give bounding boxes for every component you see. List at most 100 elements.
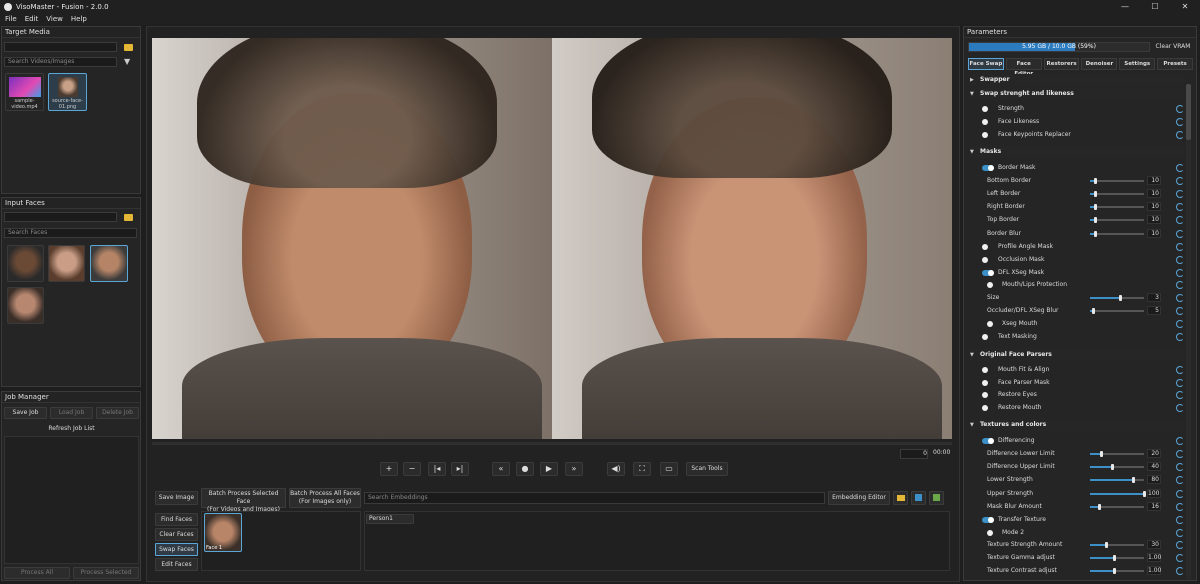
slider-handle[interactable] (1118, 295, 1122, 301)
reset-icon[interactable] (1176, 320, 1184, 328)
reset-icon[interactable] (1176, 203, 1184, 211)
param-slider[interactable] (1090, 568, 1144, 574)
batch-selected-face-button[interactable]: Batch Process Selected Face (For Videos … (201, 488, 286, 513)
reset-icon[interactable] (1176, 307, 1184, 315)
slider-handle[interactable] (1094, 217, 1098, 223)
param-value-field[interactable]: 10 (1147, 189, 1161, 198)
process-selected-button[interactable]: Process Selected (73, 567, 139, 579)
embedding-item[interactable]: Person1 (366, 514, 414, 524)
radio-toggle[interactable] (987, 282, 993, 288)
clear-faces-button[interactable]: Clear Faces (155, 528, 198, 541)
slider-handle[interactable] (1097, 504, 1101, 510)
slider-handle[interactable] (1094, 204, 1098, 210)
switch-toggle[interactable] (982, 270, 994, 276)
switch-toggle[interactable] (982, 165, 994, 171)
face-search-input[interactable]: Search Faces (4, 228, 137, 238)
reset-icon[interactable] (1176, 256, 1184, 264)
play-icon[interactable]: ▶ (540, 462, 558, 476)
batch-all-faces-button[interactable]: Batch Process All Faces (For Images only… (289, 488, 361, 508)
param-section-header[interactable]: ▼ Original Face Parsers (970, 349, 1184, 361)
fast-forward-icon[interactable]: » (565, 462, 583, 476)
scrollbar-thumb[interactable] (1186, 84, 1191, 140)
slider-handle[interactable] (1105, 542, 1109, 548)
input-face-thumbnail[interactable] (7, 287, 44, 324)
menu-help[interactable]: Help (71, 15, 87, 23)
slider-handle[interactable] (1143, 491, 1146, 497)
param-slider[interactable] (1090, 464, 1144, 470)
slider-handle[interactable] (1091, 308, 1095, 314)
param-slider[interactable] (1090, 491, 1146, 497)
param-value-field[interactable]: 100 (1147, 489, 1161, 498)
fit-view-icon[interactable]: ▭ (660, 462, 678, 476)
collapse-arrow-icon[interactable]: ▼ (970, 88, 980, 100)
radio-toggle[interactable] (987, 321, 993, 327)
collapse-arrow-icon[interactable]: ▼ (970, 349, 980, 361)
tab-settings[interactable]: Settings (1119, 58, 1156, 70)
reset-icon[interactable] (1176, 216, 1184, 224)
param-value-field[interactable]: 30 (1147, 540, 1161, 549)
param-section-header[interactable]: ▶ Swapper (970, 74, 1184, 86)
param-value-field[interactable]: 1.00 (1147, 553, 1161, 562)
reset-icon[interactable] (1176, 366, 1184, 374)
param-slider[interactable] (1090, 451, 1144, 457)
input-face-thumbnail-selected[interactable] (90, 245, 128, 282)
next-marker-icon[interactable]: ▸| (451, 462, 469, 476)
reset-icon[interactable] (1176, 190, 1184, 198)
detected-face-thumbnail[interactable]: Face 1 (204, 513, 242, 552)
param-value-field[interactable]: 10 (1147, 229, 1161, 238)
tab-face-editor[interactable]: Face Editor (1005, 58, 1042, 77)
param-value-field[interactable]: 10 (1147, 176, 1161, 185)
param-slider[interactable] (1090, 555, 1144, 561)
param-section-header[interactable]: ▼ Swap strenght and likeness (970, 88, 1184, 100)
param-slider[interactable] (1090, 191, 1144, 197)
swap-faces-button[interactable]: Swap Faces (155, 543, 198, 556)
filter-icon[interactable]: ▼ (124, 58, 132, 66)
reset-icon[interactable] (1176, 450, 1184, 458)
param-slider[interactable] (1090, 542, 1144, 548)
input-face-thumbnail[interactable] (48, 245, 85, 282)
input-face-thumbnail[interactable] (7, 245, 44, 282)
reset-icon[interactable] (1176, 541, 1184, 549)
param-value-field[interactable]: 80 (1147, 475, 1161, 484)
media-viewer[interactable] (152, 38, 952, 439)
input-faces-path-field[interactable] (4, 212, 117, 222)
target-path-field[interactable] (4, 42, 117, 52)
reset-icon[interactable] (1176, 503, 1184, 511)
record-icon[interactable]: ● (516, 462, 534, 476)
radio-toggle[interactable] (982, 405, 988, 411)
reset-icon[interactable] (1176, 294, 1184, 302)
param-value-field[interactable]: 10 (1147, 215, 1161, 224)
collapse-arrow-icon[interactable]: ▼ (970, 146, 980, 158)
remove-marker-icon[interactable]: − (403, 462, 421, 476)
target-search-input[interactable]: Search Videos/Images (4, 57, 117, 67)
process-all-button[interactable]: Process All (4, 567, 70, 579)
param-section-header[interactable]: ▼ Textures and colors (970, 419, 1184, 431)
radio-toggle[interactable] (982, 244, 988, 250)
timeline-slider[interactable] (152, 442, 952, 445)
target-media-item[interactable]: sample-video.mp4 (5, 73, 44, 111)
param-slider[interactable] (1090, 504, 1144, 510)
load-job-button[interactable]: Load Job (50, 407, 93, 419)
reset-icon[interactable] (1176, 476, 1184, 484)
save-image-button[interactable]: Save Image (155, 491, 198, 505)
previous-marker-icon[interactable]: |◂ (428, 462, 446, 476)
close-icon[interactable]: ✕ (1170, 0, 1200, 13)
reset-icon[interactable] (1176, 230, 1184, 238)
reset-icon[interactable] (1176, 269, 1184, 277)
embedding-editor-button[interactable]: Embedding Editor (828, 491, 890, 505)
reset-icon[interactable] (1176, 118, 1184, 126)
switch-toggle[interactable] (982, 517, 994, 523)
param-value-field[interactable]: 10 (1147, 202, 1161, 211)
slider-handle[interactable] (1132, 477, 1136, 483)
tab-presets[interactable]: Presets (1157, 58, 1193, 70)
param-slider[interactable] (1090, 178, 1144, 184)
clear-vram-button[interactable]: Clear VRAM (1153, 41, 1193, 53)
save-embeddings-icon[interactable] (911, 491, 926, 505)
radio-toggle[interactable] (982, 106, 988, 112)
volume-icon[interactable]: ◀) (607, 462, 625, 476)
reset-icon[interactable] (1176, 379, 1184, 387)
save-job-button[interactable]: Save Job (4, 407, 47, 419)
radio-toggle[interactable] (982, 334, 988, 340)
collapse-arrow-icon[interactable]: ▼ (970, 419, 980, 431)
param-value-field[interactable]: 20 (1147, 449, 1161, 458)
